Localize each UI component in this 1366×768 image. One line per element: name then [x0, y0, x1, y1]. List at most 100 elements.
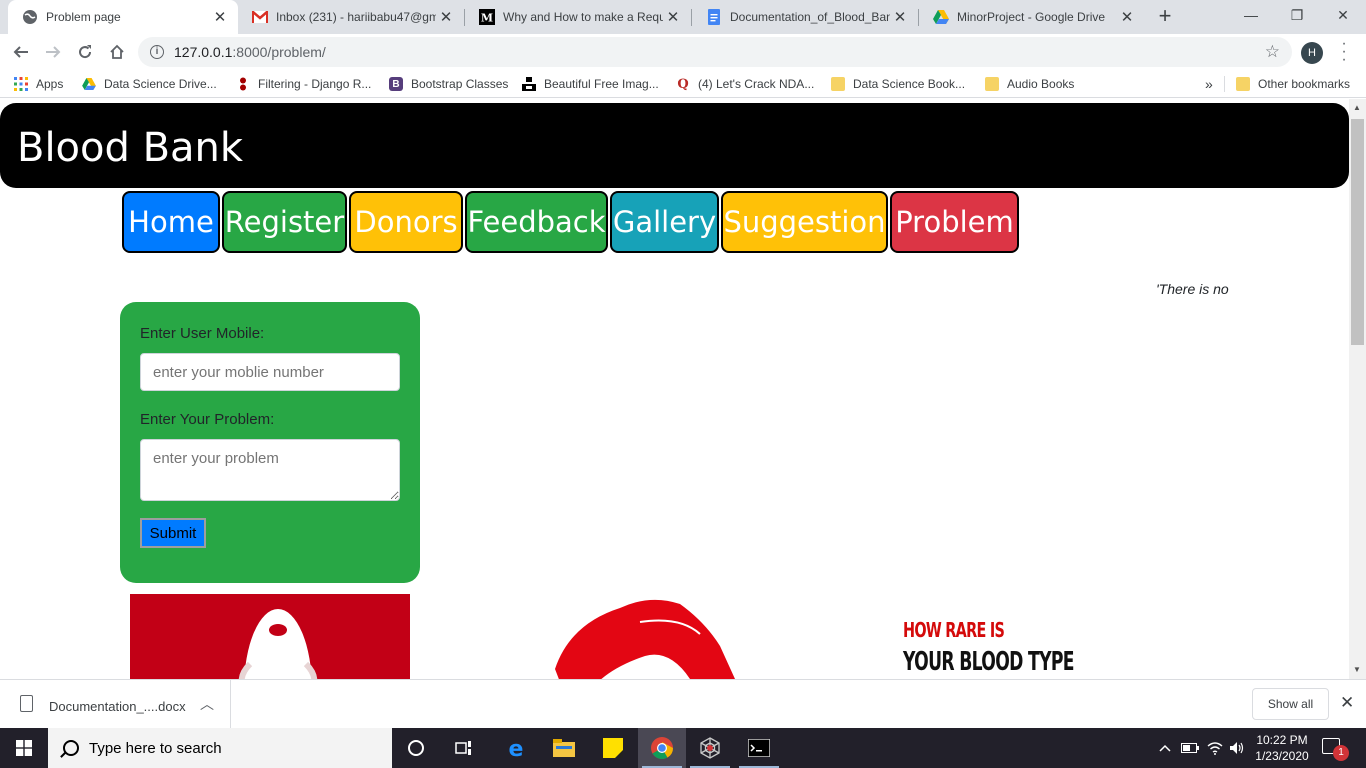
profile-avatar[interactable]: H: [1301, 42, 1323, 64]
address-bar[interactable]: i 127.0.0.1:8000/problem/ ☆: [138, 37, 1292, 67]
blood-drop-illustration: [520, 594, 780, 679]
taskbar-search[interactable]: Type here to search: [48, 728, 392, 768]
mobile-input[interactable]: [140, 353, 400, 391]
django-rest-icon: [236, 77, 250, 91]
chrome-app[interactable]: [638, 728, 686, 768]
show-hidden-icons[interactable]: [1156, 728, 1174, 768]
tab-title: Documentation_of_Blood_Bank: [730, 10, 890, 24]
sticky-note-icon: [603, 738, 623, 758]
back-button[interactable]: [6, 37, 36, 67]
arrow-left-icon: [13, 46, 28, 58]
search-icon: [63, 740, 79, 756]
nav-suggestion[interactable]: Suggestion: [721, 191, 888, 253]
download-item[interactable]: Documentation_....docx ︿: [0, 680, 231, 729]
cortana-button[interactable]: [392, 728, 440, 768]
forward-button[interactable]: [38, 37, 68, 67]
tab-gmail[interactable]: Inbox (231) - hariibabu47@gmail.com ✕: [238, 0, 464, 34]
nav-donors[interactable]: Donors: [349, 191, 463, 253]
tab-close-icon[interactable]: ✕: [663, 8, 683, 26]
site-brand: Blood Bank: [17, 125, 244, 171]
tab-close-icon[interactable]: ✕: [436, 8, 456, 26]
show-all-button[interactable]: Show all: [1252, 688, 1329, 720]
bootstrap-icon: B: [389, 77, 403, 91]
problem-textarea[interactable]: [140, 439, 400, 501]
new-tab-button[interactable]: +: [1152, 4, 1178, 30]
start-button[interactable]: [0, 728, 48, 768]
file-explorer-app[interactable]: [540, 728, 588, 768]
bookmark-bootstrap-classes[interactable]: B Bootstrap Classes: [389, 75, 508, 93]
cortana-circle-icon: [408, 740, 424, 756]
tab-close-icon[interactable]: ✕: [210, 8, 230, 26]
bookmark-star-icon[interactable]: ☆: [1265, 42, 1280, 62]
speaker-icon: [1230, 742, 1244, 754]
edge-app[interactable]: e: [492, 728, 540, 768]
tab-title: Inbox (231) - hariibabu47@gmail.com: [276, 10, 436, 24]
problem-label: Enter Your Problem:: [140, 411, 275, 428]
folder-icon: [831, 77, 845, 91]
tab-problem-page[interactable]: Problem page ✕: [8, 0, 238, 34]
tab-google-docs[interactable]: Documentation_of_Blood_Bank ✕: [692, 0, 918, 34]
bookmark-other-bookmarks[interactable]: Other bookmarks: [1236, 75, 1350, 93]
minimize-button[interactable]: —: [1228, 0, 1274, 30]
scroll-down-icon[interactable]: ▼: [1353, 665, 1361, 674]
nav-gallery[interactable]: Gallery: [610, 191, 719, 253]
blood-donation-image: [130, 594, 410, 679]
bookmark-data-science-drive[interactable]: Data Science Drive...: [82, 75, 217, 93]
problem-form: Enter User Mobile: Enter Your Problem: S…: [120, 302, 420, 583]
tab-medium[interactable]: M Why and How to make a Request ✕: [465, 0, 691, 34]
notification-badge: 1: [1333, 745, 1349, 761]
chrome-icon: [651, 737, 673, 759]
network-status[interactable]: [1205, 728, 1225, 768]
poster-line-1: HOW RARE IS: [903, 618, 1005, 642]
edge-icon: e: [509, 737, 524, 759]
page-scrollbar[interactable]: ▲ ▼: [1349, 99, 1366, 679]
system-clock[interactable]: 10:22 PM 1/23/2020: [1252, 732, 1312, 764]
chevron-up-icon[interactable]: ︿: [200, 694, 214, 714]
bookmark-lets-crack-nda[interactable]: Q (4) Let's Crack NDA...: [676, 75, 814, 93]
tab-close-icon[interactable]: ✕: [1117, 8, 1137, 26]
menu-kebab-icon[interactable]: · · ·: [1338, 36, 1350, 68]
url-text: 127.0.0.1:8000/problem/: [174, 44, 326, 60]
download-bar-close-icon[interactable]: ✕: [1340, 693, 1354, 713]
spider-app[interactable]: [686, 728, 734, 768]
nav-problem[interactable]: Problem: [890, 191, 1019, 253]
site-info-icon[interactable]: i: [150, 45, 164, 59]
unsplash-icon: [522, 77, 536, 91]
bookmark-filtering-django[interactable]: Filtering - Django R...: [236, 75, 371, 93]
bookmark-apps[interactable]: Apps: [14, 75, 63, 93]
reload-icon: [79, 45, 92, 59]
clock-date: 1/23/2020: [1255, 749, 1309, 763]
quote-marquee: 'There is no: [1156, 281, 1229, 297]
scroll-up-icon[interactable]: ▲: [1353, 103, 1361, 112]
home-button[interactable]: [102, 37, 132, 67]
tab-close-icon[interactable]: ✕: [890, 8, 910, 26]
action-center-button[interactable]: 1: [1322, 738, 1349, 761]
scrollbar-thumb[interactable]: [1351, 119, 1364, 345]
bookmark-audio-books[interactable]: Audio Books: [985, 75, 1074, 93]
nav-home[interactable]: Home: [122, 191, 220, 253]
bookmarks-separator: [1224, 76, 1225, 92]
bookmark-data-science-books[interactable]: Data Science Book...: [831, 75, 965, 93]
submit-button[interactable]: Submit: [140, 518, 206, 548]
window-close-button[interactable]: ✕: [1320, 0, 1366, 30]
page-viewport: Blood Bank Home Register Donors Feedback…: [0, 99, 1349, 679]
volume-control[interactable]: [1227, 728, 1247, 768]
restore-button[interactable]: ❐: [1274, 0, 1320, 30]
tab-google-drive[interactable]: MinorProject - Google Drive ✕: [919, 0, 1145, 34]
bookmark-beautiful-free-images[interactable]: Beautiful Free Imag...: [522, 75, 659, 93]
bookmarks-overflow-button[interactable]: »: [1205, 75, 1213, 93]
battery-status[interactable]: [1179, 728, 1201, 768]
command-prompt-app[interactable]: [735, 728, 783, 768]
quora-icon: Q: [677, 76, 689, 92]
terminal-icon: [748, 739, 770, 757]
nav-register[interactable]: Register: [222, 191, 347, 253]
google-drive-icon: [82, 77, 96, 91]
task-view-button[interactable]: [440, 728, 488, 768]
reload-button[interactable]: [70, 37, 100, 67]
tab-title: Problem page: [46, 10, 121, 24]
sticky-notes-app[interactable]: [589, 728, 637, 768]
tab-title: Why and How to make a Request: [503, 10, 663, 24]
google-docs-icon: [706, 9, 722, 25]
home-icon: [110, 44, 124, 59]
nav-feedback[interactable]: Feedback: [465, 191, 608, 253]
